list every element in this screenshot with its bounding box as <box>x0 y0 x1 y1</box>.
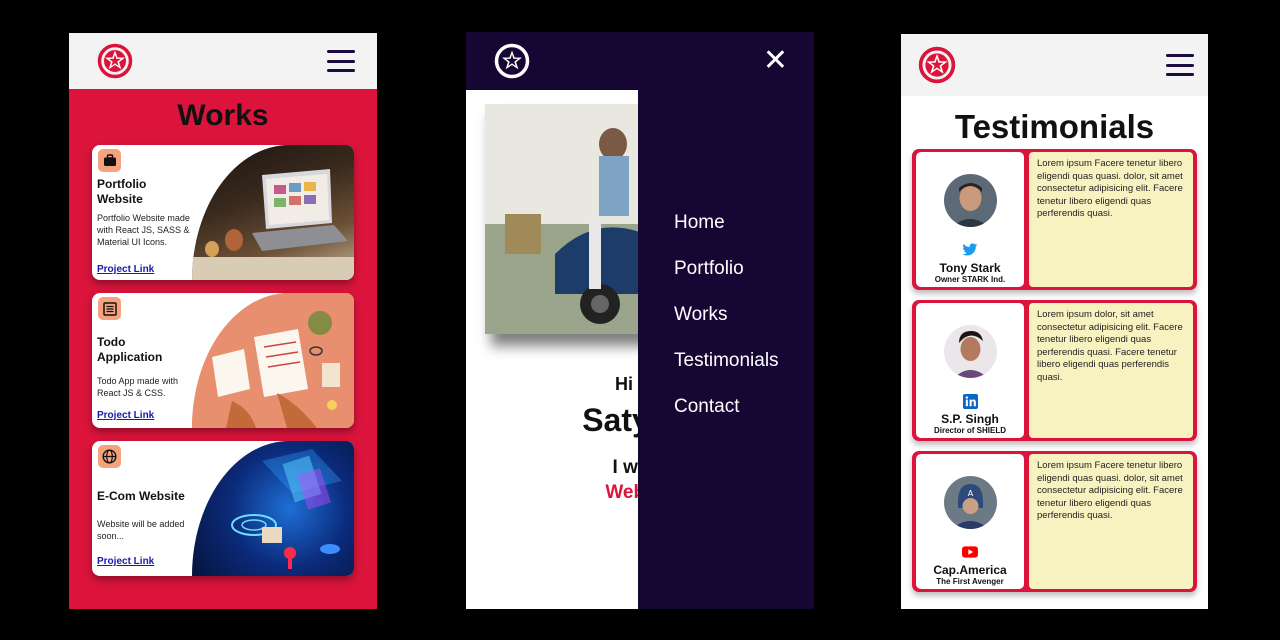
todo-illustration-image <box>192 293 354 428</box>
project-link[interactable]: Project Link <box>97 264 154 275</box>
nav-drawer: Home Portfolio Works Testimonials Contac… <box>638 90 814 609</box>
work-description: Todo App made with React JS & CSS. <box>97 376 179 398</box>
author-name: S.P. Singh <box>941 412 999 426</box>
project-link[interactable]: Project Link <box>97 556 154 567</box>
svg-text:A: A <box>968 489 974 498</box>
star-logo-icon[interactable] <box>494 43 530 79</box>
author-role: Director of SHIELD <box>933 426 1006 435</box>
nav-item-works[interactable]: Works <box>674 304 727 326</box>
work-card: E-Com Website Website will be added soon… <box>92 441 354 576</box>
header <box>901 34 1208 96</box>
menu-screen: ✕ Hi the Satya P I work Web De Home Port… <box>466 32 814 609</box>
hamburger-menu-icon[interactable] <box>1166 54 1194 76</box>
work-card: Todo Application Todo App made with Reac… <box>92 293 354 428</box>
testimonial-author: A Cap.America The First Avenger <box>916 454 1024 589</box>
section-title: Works <box>177 99 269 132</box>
nav-item-testimonials[interactable]: Testimonials <box>674 350 779 372</box>
project-link[interactable]: Project Link <box>97 410 154 421</box>
testimonial-quote: Lorem ipsum Facere tenetur libero eligen… <box>1029 454 1193 589</box>
header <box>69 33 377 89</box>
avatar <box>944 325 997 378</box>
work-description: Website will be added soon... <box>97 519 185 541</box>
twitter-icon[interactable] <box>962 242 978 258</box>
work-description: Portfolio Website made with React JS, SA… <box>97 213 190 247</box>
work-title: Portfolio Website <box>97 177 147 206</box>
globe-icon <box>98 445 121 468</box>
testimonial-card: S.P. Singh Director of SHIELD Lorem ipsu… <box>912 300 1197 441</box>
author-name: Tony Stark <box>939 261 1001 275</box>
testimonial-card: Tony Stark Owner STARK Ind. Lorem ipsum … <box>912 149 1197 290</box>
ecommerce-illustration-image <box>192 441 354 576</box>
header: ✕ <box>466 32 814 90</box>
star-logo-icon[interactable] <box>97 43 133 79</box>
author-role: Owner STARK Ind. <box>934 275 1006 284</box>
avatar: A <box>944 476 997 529</box>
testimonial-author: Tony Stark Owner STARK Ind. <box>916 152 1024 287</box>
works-screen: Works Portfolio Website Portfolio Websit… <box>69 33 377 609</box>
author-name: Cap.America <box>933 563 1007 577</box>
laptop-image <box>192 145 354 280</box>
avatar <box>944 174 997 227</box>
nav-item-portfolio[interactable]: Portfolio <box>674 258 744 280</box>
youtube-icon[interactable] <box>962 544 978 560</box>
nav-item-home[interactable]: Home <box>674 212 725 234</box>
list-icon <box>98 297 121 320</box>
testimonial-quote: Lorem ipsum dolor, sit amet consectetur … <box>1029 303 1193 438</box>
star-logo-icon[interactable] <box>918 46 956 84</box>
hamburger-menu-icon[interactable] <box>327 50 355 72</box>
work-title: Todo Application <box>97 335 163 364</box>
testimonial-quote: Lorem ipsum Facere tenetur libero eligen… <box>1029 152 1193 287</box>
section-title: Testimonials <box>954 108 1155 145</box>
testimonial-card: A Cap.America The First Avenger Lorem ip… <box>912 451 1197 592</box>
linkedin-icon[interactable] <box>962 393 978 409</box>
close-icon[interactable]: ✕ <box>763 46 788 76</box>
work-title: E-Com Website <box>97 489 185 503</box>
author-role: The First Avenger <box>936 577 1004 586</box>
testimonial-author: S.P. Singh Director of SHIELD <box>916 303 1024 438</box>
briefcase-icon <box>98 149 121 172</box>
work-card: Portfolio Website Portfolio Website made… <box>92 145 354 280</box>
nav-item-contact[interactable]: Contact <box>674 396 739 418</box>
profile-photo <box>485 104 645 334</box>
testimonials-screen: Testimonials Tony Stark Owner STARK Ind.… <box>901 34 1208 609</box>
